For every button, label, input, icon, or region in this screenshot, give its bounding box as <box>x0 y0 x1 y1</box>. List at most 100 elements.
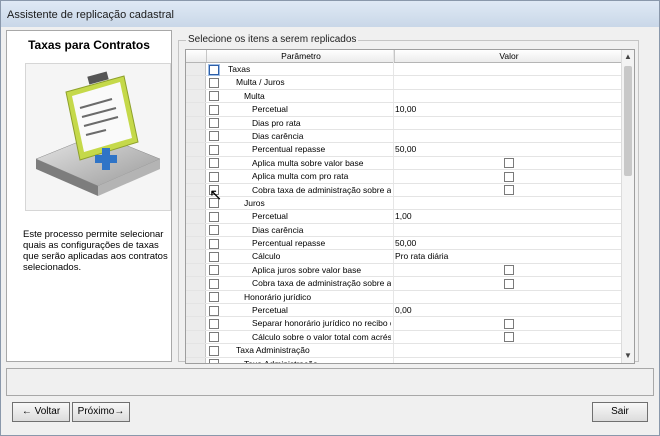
row-checkbox[interactable] <box>209 77 219 88</box>
table-row[interactable]: Cálculo Pro rata diária <box>186 250 622 264</box>
row-selector[interactable] <box>186 263 206 277</box>
row-checkbox[interactable] <box>209 345 219 356</box>
scroll-up-icon[interactable]: ▲ <box>623 52 633 62</box>
column-header-value[interactable]: Valor <box>394 50 623 62</box>
row-checkbox[interactable] <box>209 64 219 75</box>
row-selector[interactable] <box>186 183 206 196</box>
row-selector[interactable] <box>186 116 206 129</box>
value-checkbox[interactable] <box>504 185 514 196</box>
row-selector[interactable] <box>186 63 206 76</box>
row-checkbox[interactable] <box>209 238 219 249</box>
value-checkbox[interactable] <box>504 171 514 182</box>
row-selector[interactable] <box>186 103 206 116</box>
row-selector[interactable] <box>186 330 206 344</box>
table-row[interactable]: Percetual 1,00 <box>186 210 622 224</box>
row-selector[interactable] <box>186 277 206 290</box>
row-checkbox[interactable] <box>209 278 219 289</box>
row-checkbox[interactable] <box>209 91 219 102</box>
parameter-value[interactable]: 0,00 <box>395 304 412 316</box>
row-checkbox[interactable] <box>209 251 219 262</box>
parameter-value[interactable]: 10,00 <box>395 103 416 115</box>
table-row[interactable]: Honorário jurídico <box>186 290 622 305</box>
table-row[interactable]: Percetual 0,00 <box>186 304 622 318</box>
row-checkbox[interactable] <box>209 104 219 115</box>
row-selector[interactable] <box>186 250 206 263</box>
parameter-label: Percetual <box>252 305 288 316</box>
row-selector[interactable] <box>186 170 206 183</box>
parameter-value[interactable]: 50,00 <box>395 237 416 249</box>
parameter-value[interactable]: 50,00 <box>395 143 416 155</box>
parameter-value[interactable]: 1,00 <box>395 210 412 222</box>
parameter-value[interactable]: Pro rata diária <box>395 250 448 262</box>
table-row[interactable]: Separar honorário jurídico no recibo do … <box>186 317 622 331</box>
table-row[interactable]: Dias carência <box>186 129 622 144</box>
title-bar: Assistente de replicação cadastral <box>1 1 659 27</box>
table-row[interactable]: Percetual 10,00 <box>186 103 622 117</box>
value-checkbox[interactable] <box>504 158 514 169</box>
panel-description: Este processo permite selecionar quais a… <box>23 229 168 273</box>
row-checkbox[interactable] <box>209 318 219 329</box>
scroll-thumb[interactable] <box>624 66 632 176</box>
back-button[interactable]: ← Voltar <box>12 402 70 422</box>
row-selector[interactable] <box>186 223 206 237</box>
row-selector[interactable] <box>186 357 206 363</box>
row-selector[interactable] <box>186 344 206 357</box>
parameter-label: Taxa Administração <box>236 345 310 356</box>
row-checkbox[interactable] <box>209 144 219 155</box>
value-checkbox[interactable] <box>504 318 514 329</box>
row-selector[interactable] <box>186 290 206 304</box>
row-selector[interactable] <box>186 196 206 210</box>
table-row[interactable]: Percentual repasse 50,00 <box>186 143 622 157</box>
table-row[interactable]: Cobra taxa de administração sobre a mul <box>186 183 622 197</box>
row-checkbox[interactable] <box>209 158 219 169</box>
next-button[interactable]: Próximo→ <box>72 402 130 422</box>
info-panel: Taxas para Contratos Este processo permi… <box>6 30 172 362</box>
row-selector[interactable] <box>186 156 206 170</box>
row-selector[interactable] <box>186 304 206 317</box>
column-header-parameter[interactable]: Parâmetro <box>206 50 395 62</box>
parameter-label: Dias carência <box>252 224 304 235</box>
vertical-scrollbar[interactable]: ▲ ▼ <box>621 50 634 363</box>
parameter-label: Dias pro rata <box>252 117 301 128</box>
table-row[interactable]: Taxa Administração <box>186 344 622 358</box>
table-row[interactable]: Aplica multa com pro rata <box>186 170 622 184</box>
exit-button[interactable]: Sair <box>592 402 648 422</box>
row-selector[interactable] <box>186 210 206 223</box>
row-checkbox[interactable] <box>209 225 219 236</box>
row-checkbox[interactable] <box>209 211 219 222</box>
table-row[interactable]: Aplica juros sobre valor base <box>186 263 622 278</box>
row-checkbox[interactable] <box>209 118 219 129</box>
row-checkbox[interactable] <box>209 332 219 343</box>
table-row[interactable]: Dias carência <box>186 223 622 238</box>
value-checkbox[interactable] <box>504 278 514 289</box>
table-row[interactable]: Multa / Juros <box>186 76 622 90</box>
table-row[interactable]: Aplica multa sobre valor base <box>186 156 622 171</box>
row-selector[interactable] <box>186 89 206 103</box>
parameter-label: Percentual repasse <box>252 144 326 155</box>
table-row[interactable]: Cálculo sobre o valor total com acréscim <box>186 330 622 345</box>
row-selector[interactable] <box>186 237 206 250</box>
table-row[interactable]: Percentual repasse 50,00 <box>186 237 622 251</box>
parameter-label: Aplica juros sobre valor base <box>252 264 362 275</box>
value-checkbox[interactable] <box>504 332 514 343</box>
value-checkbox[interactable] <box>504 265 514 276</box>
row-selector[interactable] <box>186 129 206 143</box>
row-checkbox[interactable] <box>209 265 219 276</box>
row-checkbox[interactable] <box>209 305 219 316</box>
parameters-grid[interactable]: Parâmetro Valor Taxas Multa / Juros Multa P… <box>185 49 635 364</box>
table-row[interactable]: Cobra taxa de administração sobre a juro <box>186 277 622 291</box>
row-checkbox[interactable] <box>209 359 219 363</box>
row-checkbox[interactable] <box>209 171 219 182</box>
parameter-label: Dias carência <box>252 130 304 141</box>
scroll-down-icon[interactable]: ▼ <box>623 351 633 361</box>
row-selector[interactable] <box>186 76 206 89</box>
table-row[interactable]: Taxas <box>186 63 622 77</box>
row-selector[interactable] <box>186 143 206 156</box>
table-row[interactable]: Multa <box>186 89 622 104</box>
table-row[interactable]: Juros <box>186 196 622 211</box>
row-checkbox[interactable] <box>209 292 219 303</box>
row-selector[interactable] <box>186 317 206 330</box>
row-checkbox[interactable] <box>209 131 219 142</box>
table-row[interactable]: Taxa Administração <box>186 357 622 363</box>
table-row[interactable]: Dias pro rata <box>186 116 622 130</box>
